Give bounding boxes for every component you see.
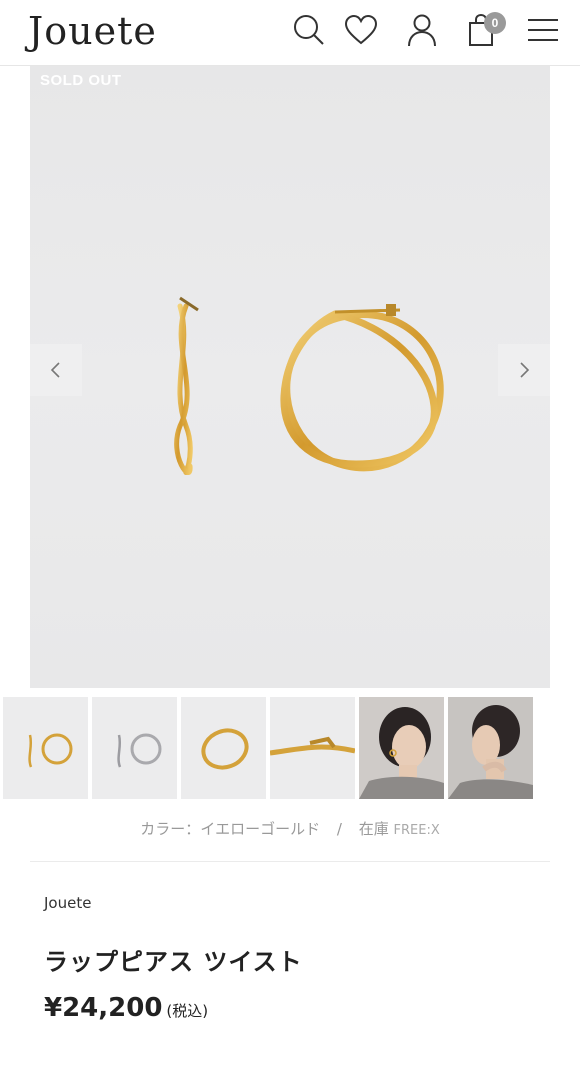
heart-icon[interactable] (343, 10, 379, 50)
thumb-model-profile[interactable] (448, 697, 533, 799)
variant-stock-info: カラー：イエローゴールド / 在庫 FREE:X (0, 818, 580, 839)
sold-out-badge: SOLD OUT (40, 72, 122, 89)
cart-count-badge: 0 (484, 12, 506, 34)
divider (30, 861, 550, 862)
separator: / (336, 820, 342, 838)
brand-logo[interactable]: Jouete (28, 6, 157, 56)
chevron-right-icon (520, 362, 530, 378)
product-brand[interactable]: Jouete (44, 894, 91, 912)
next-image-button[interactable] (498, 344, 550, 396)
bag-icon[interactable]: 0 (464, 10, 506, 50)
thumb-silver-pair[interactable] (92, 697, 177, 799)
product-main-image[interactable]: SOLD OUT (30, 66, 550, 688)
thumb-clasp-detail[interactable] (270, 697, 355, 799)
stock-label: 在庫 (358, 820, 389, 838)
thumbnail-strip (3, 697, 580, 799)
thumb-gold-hoop[interactable] (181, 697, 266, 799)
thumb-gold-pair[interactable] (3, 697, 88, 799)
prev-image-button[interactable] (30, 344, 82, 396)
site-header: Jouete 0 (0, 0, 580, 66)
user-icon[interactable] (404, 10, 440, 50)
product-title: ラップピアス ツイスト (44, 948, 303, 976)
price-value: ¥24,200 (44, 993, 163, 1023)
product-price: ¥24,200 (税込) (44, 993, 208, 1023)
thumb-model-side[interactable] (359, 697, 444, 799)
search-icon[interactable] (291, 10, 327, 50)
tax-note: (税込) (166, 1002, 209, 1020)
chevron-left-icon (50, 362, 60, 378)
twisted-hoop-earrings-image (174, 296, 444, 475)
size-stock-status: FREE:X (393, 823, 440, 838)
menu-icon[interactable] (525, 10, 561, 50)
color-label: カラー：イエローゴールド (140, 820, 321, 838)
